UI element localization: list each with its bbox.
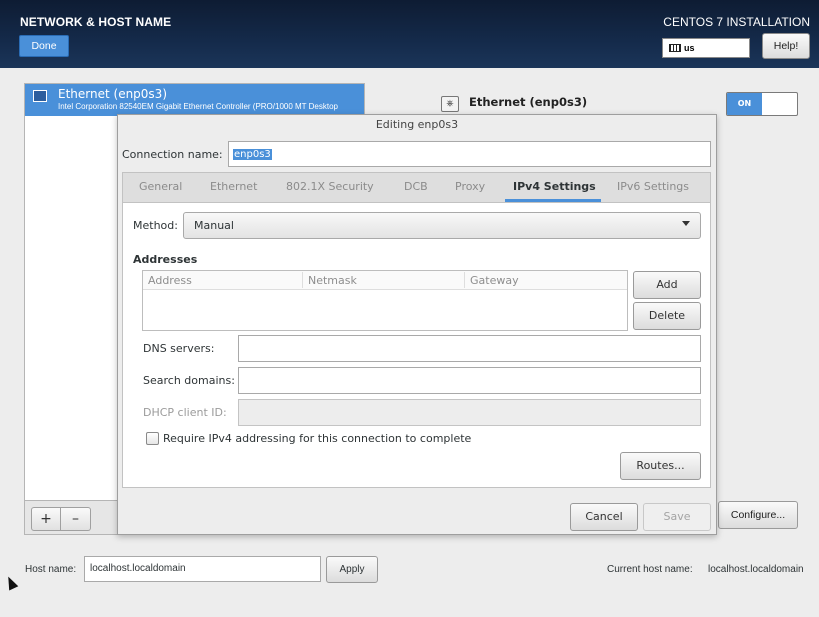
- delete-address-button[interactable]: Delete: [633, 302, 701, 330]
- dhcp-client-id-label: DHCP client ID:: [143, 406, 227, 419]
- host-name-input[interactable]: localhost.localdomain: [84, 556, 321, 582]
- ethernet-icon: ⎈: [441, 96, 459, 112]
- column-separator: [302, 272, 303, 288]
- tab-dcb[interactable]: DCB: [404, 180, 428, 193]
- cancel-button[interactable]: Cancel: [570, 503, 638, 531]
- mouse-cursor-icon: [3, 574, 19, 591]
- connection-name-label: Connection name:: [122, 148, 223, 161]
- routes-button[interactable]: Routes...: [620, 452, 701, 480]
- current-host-name-label: Current host name:: [607, 564, 693, 575]
- tab-proxy[interactable]: Proxy: [455, 180, 485, 193]
- tab-802-1x-security[interactable]: 802.1X Security: [286, 180, 374, 193]
- addresses-table-header: [143, 271, 627, 290]
- installer-title: CENTOS 7 INSTALLATION: [663, 15, 810, 29]
- column-header-netmask[interactable]: Netmask: [308, 274, 357, 287]
- device-item-name: Ethernet (enp0s3): [58, 87, 167, 101]
- tab-ipv4-settings[interactable]: IPv4 Settings: [513, 180, 596, 193]
- keyboard-layout-indicator[interactable]: us: [662, 38, 750, 58]
- device-name-heading: Ethernet (enp0s3): [469, 95, 588, 109]
- search-domains-label: Search domains:: [143, 374, 235, 387]
- configure-button[interactable]: Configure...: [718, 501, 798, 529]
- addresses-heading: Addresses: [133, 253, 198, 266]
- apply-button[interactable]: Apply: [326, 556, 378, 583]
- column-header-address[interactable]: Address: [148, 274, 192, 287]
- dhcp-client-id-input: [238, 399, 701, 426]
- keyboard-layout-label: us: [684, 43, 695, 53]
- device-list-item[interactable]: Ethernet (enp0s3) Intel Corporation 8254…: [25, 84, 364, 116]
- toggle-on-label: ON: [727, 93, 762, 115]
- require-ipv4-label[interactable]: Require IPv4 addressing for this connect…: [163, 432, 471, 445]
- help-button[interactable]: Help!: [762, 33, 810, 59]
- method-select[interactable]: Manual: [183, 212, 701, 239]
- done-button[interactable]: Done: [19, 35, 69, 57]
- device-on-off-toggle[interactable]: ON: [726, 92, 798, 116]
- page-title: NETWORK & HOST NAME: [20, 15, 172, 29]
- require-ipv4-checkbox[interactable]: [146, 432, 159, 445]
- dns-servers-input[interactable]: [238, 335, 701, 362]
- add-address-button[interactable]: Add: [633, 271, 701, 299]
- chevron-down-icon: [682, 221, 690, 226]
- tab-ipv6-settings[interactable]: IPv6 Settings: [617, 180, 689, 193]
- method-label: Method:: [133, 219, 178, 232]
- add-device-button[interactable]: +: [31, 507, 61, 531]
- dialog-title: Editing enp0s3: [375, 118, 459, 131]
- connection-name-value: enp0s3: [233, 149, 272, 160]
- tab-ethernet[interactable]: Ethernet: [210, 180, 257, 193]
- ethernet-icon: [33, 90, 47, 102]
- column-header-gateway[interactable]: Gateway: [470, 274, 519, 287]
- device-item-description: Intel Corporation 82540EM Gigabit Ethern…: [58, 102, 338, 111]
- search-domains-input[interactable]: [238, 367, 701, 394]
- host-name-label: Host name:: [25, 564, 77, 575]
- remove-device-button[interactable]: –: [61, 507, 91, 531]
- connection-name-input[interactable]: enp0s3: [228, 141, 711, 167]
- tab-general[interactable]: General: [139, 180, 182, 193]
- dns-servers-label: DNS servers:: [143, 342, 215, 355]
- current-host-name-value: localhost.localdomain: [708, 564, 804, 575]
- keyboard-icon: [669, 44, 681, 52]
- column-separator: [464, 272, 465, 288]
- save-button[interactable]: Save: [643, 503, 711, 531]
